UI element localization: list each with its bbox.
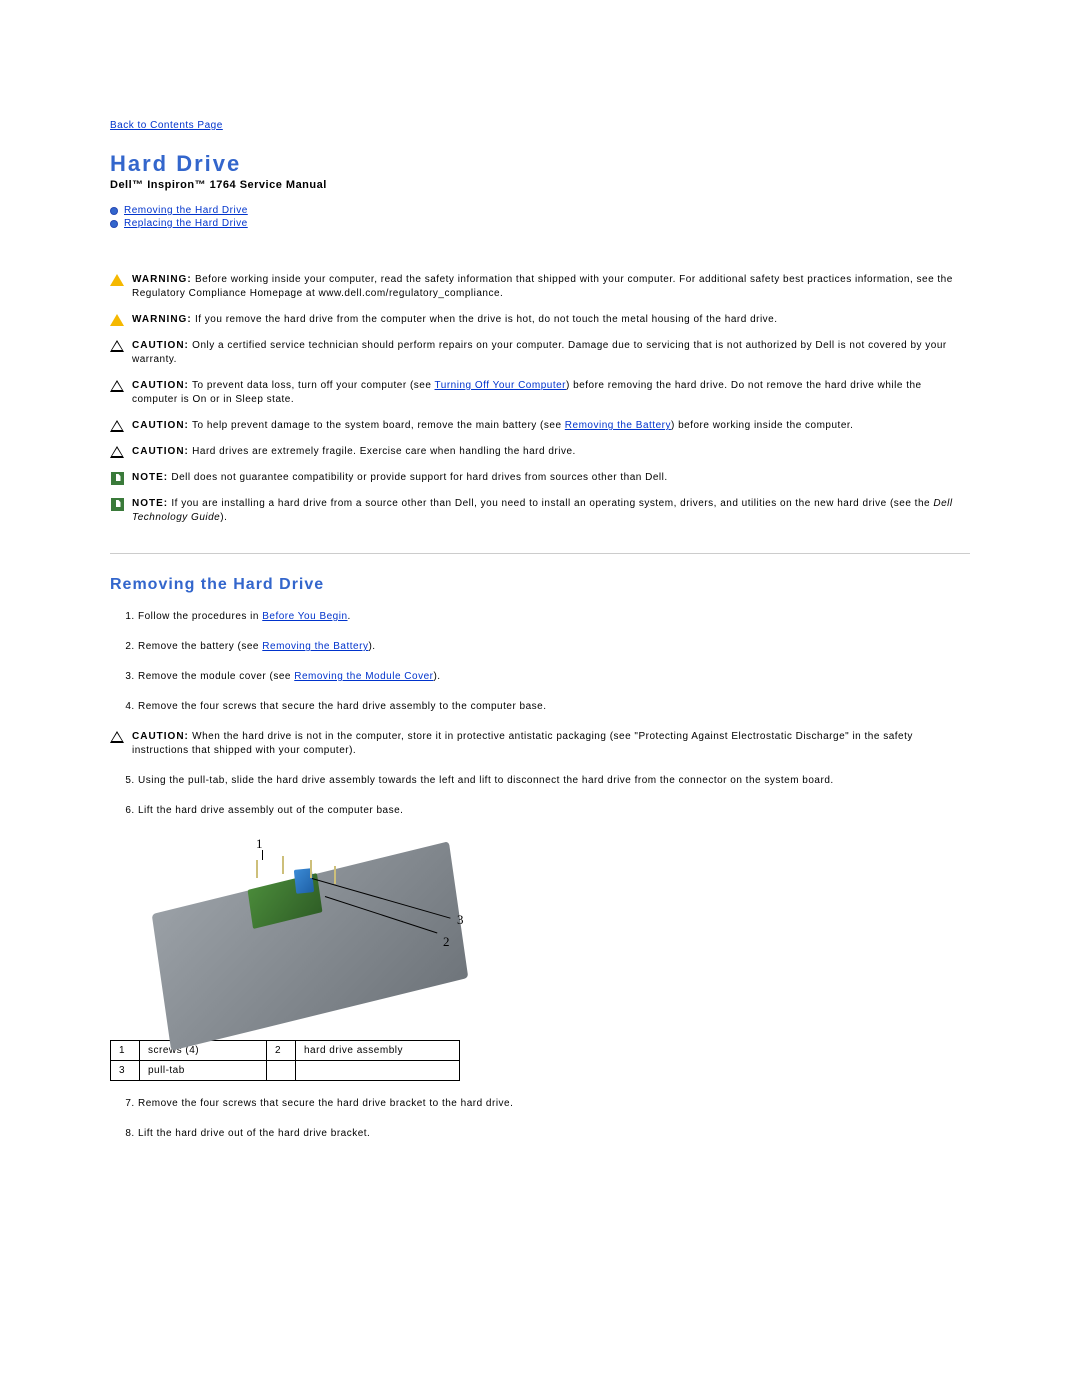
caution-text: When the hard drive is not in the comput… [132,731,913,756]
legend-text [296,1061,460,1081]
caution-label: CAUTION: [132,340,189,351]
link-removing-module-cover[interactable]: Removing the Module Cover [294,671,433,682]
caution-1: CAUTION: Only a certified service techni… [110,339,970,367]
legend-text: screws (4) [140,1041,267,1061]
caution-text: Hard drives are extremely fragile. Exerc… [192,446,576,457]
screw-shape [334,866,336,884]
caution-3: CAUTION: To help prevent damage to the s… [110,419,970,433]
callout-2: 2 [443,934,450,950]
hard-drive-diagram: 1 2 3 [110,836,970,1026]
legend-num: 3 [111,1061,140,1081]
step-5: Using the pull-tab, slide the hard drive… [138,774,970,788]
note-1: NOTE: Dell does not guarantee compatibil… [110,471,970,485]
callout-line [262,850,263,860]
step-3: Remove the module cover (see Removing th… [138,670,970,684]
caution-label: CAUTION: [132,446,189,457]
callout-3: 3 [457,912,464,928]
step-list: Follow the procedures in Before You Begi… [110,610,970,714]
warning-text: Before working inside your computer, rea… [132,274,953,299]
note-2: NOTE: If you are installing a hard drive… [110,497,970,525]
section-heading: Removing the Hard Drive [110,553,970,594]
table-row: 1 screws (4) 2 hard drive assembly [111,1041,460,1061]
step-list-cont2: Remove the four screws that secure the h… [110,1097,970,1141]
caution-2: CAUTION: To prevent data loss, turn off … [110,379,970,407]
caution-icon [110,731,124,743]
warning-2: WARNING: If you remove the hard drive fr… [110,313,970,327]
legend-text: hard drive assembly [296,1041,460,1061]
caution-icon [110,420,124,432]
step-4: Remove the four screws that secure the h… [138,700,970,714]
caution-icon [110,340,124,352]
legend-text: pull-tab [140,1061,267,1081]
page-title: Hard Drive [110,151,970,177]
legend-num [267,1061,296,1081]
note-icon [111,472,124,485]
caution-label: CAUTION: [132,731,189,742]
legend-num: 2 [267,1041,296,1061]
step-7: Remove the four screws that secure the h… [138,1097,970,1111]
link-turning-off[interactable]: Turning Off Your Computer [435,380,566,391]
step-1: Follow the procedures in Before You Begi… [138,610,970,624]
step-8: Lift the hard drive out of the hard driv… [138,1127,970,1141]
caution-icon [110,380,124,392]
back-to-contents-link[interactable]: Back to Contents Page [110,120,970,131]
warning-icon [110,314,124,326]
toc-link-removing[interactable]: Removing the Hard Drive [124,205,248,216]
screw-shape [310,860,312,878]
link-before-you-begin[interactable]: Before You Begin [262,611,347,622]
step-6: Lift the hard drive assembly out of the … [138,804,970,818]
legend-num: 1 [111,1041,140,1061]
caution-icon [110,446,124,458]
caution-text-post: ) before working inside the computer. [671,420,853,431]
note-text-pre: If you are installing a hard drive from … [171,498,933,509]
warning-label: WARNING: [132,314,192,325]
callout-legend-table: 1 screws (4) 2 hard drive assembly 3 pul… [110,1040,460,1081]
screw-shape [256,860,258,878]
note-icon [111,498,124,511]
step-2: Remove the battery (see Removing the Bat… [138,640,970,654]
note-label: NOTE: [132,498,168,509]
caution-label: CAUTION: [132,420,189,431]
caution-text-pre: To help prevent damage to the system boa… [192,420,565,431]
bullet-icon [110,207,118,215]
caution-4: CAUTION: Hard drives are extremely fragi… [110,445,970,459]
caution-text-pre: To prevent data loss, turn off your comp… [192,380,435,391]
warning-1: WARNING: Before working inside your comp… [110,273,970,301]
note-text-post: ). [220,512,227,523]
caution-inline: CAUTION: When the hard drive is not in t… [110,730,970,758]
bullet-icon [110,220,118,228]
warning-icon [110,274,124,286]
screw-shape [282,856,284,874]
step-list-cont: Using the pull-tab, slide the hard drive… [110,774,970,818]
link-removing-battery[interactable]: Removing the Battery [262,641,368,652]
caution-label: CAUTION: [132,380,189,391]
manual-subtitle: Dell™ Inspiron™ 1764 Service Manual [110,179,970,191]
note-text: Dell does not guarantee compatibility or… [171,472,667,483]
toc-link-replacing[interactable]: Replacing the Hard Drive [124,218,248,229]
link-removing-battery[interactable]: Removing the Battery [565,420,671,431]
warning-label: WARNING: [132,274,192,285]
warning-text: If you remove the hard drive from the co… [195,314,778,325]
note-label: NOTE: [132,472,168,483]
caution-text: Only a certified service technician shou… [132,340,947,365]
table-row: 3 pull-tab [111,1061,460,1081]
